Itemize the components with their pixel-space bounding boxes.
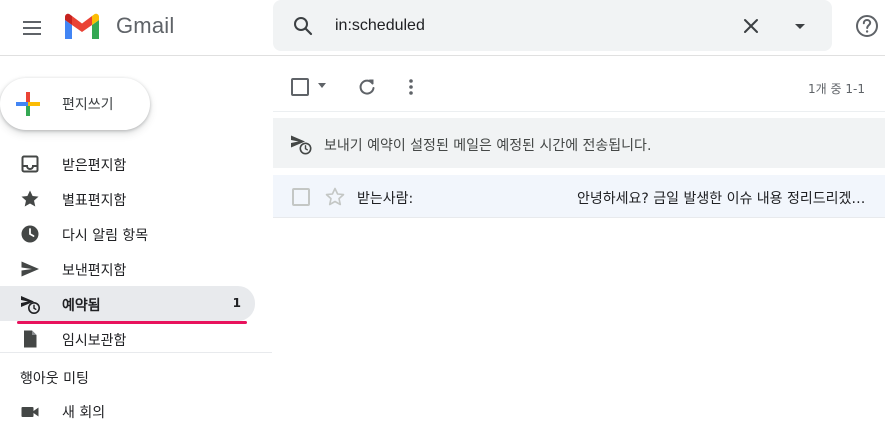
search-input[interactable]	[335, 14, 715, 38]
sidebar-item-sent[interactable]: 보낸편지함	[0, 251, 255, 286]
close-icon[interactable]	[739, 14, 763, 38]
top-header: Gmail	[0, 0, 885, 56]
sidebar-item-label: 예약됨	[62, 298, 101, 314]
sidebar-item-drafts[interactable]: 임시보관함	[0, 321, 255, 356]
select-all-checkbox[interactable]	[291, 78, 309, 96]
sidebar-item-label: 받은편지함	[62, 158, 127, 174]
video-camera-icon	[21, 407, 39, 417]
email-checkbox[interactable]	[292, 188, 310, 206]
sidebar-item-starred[interactable]: 별표편지함	[0, 181, 255, 216]
star-icon	[21, 190, 39, 207]
sidebar-nav: 받은편지함 별표편지함 다시 알림 항목 보낸편지함 예약됨 1 임시보관함	[0, 146, 260, 356]
send-icon	[21, 261, 39, 277]
sidebar-item-label: 다시 알림 항목	[62, 228, 149, 244]
new-meeting-button[interactable]: 새 회의	[0, 398, 260, 424]
refresh-icon[interactable]	[356, 76, 378, 98]
search-bar[interactable]	[273, 0, 832, 51]
sidebar-item-inbox[interactable]: 받은편지함	[0, 146, 255, 181]
gmail-m-logo-icon	[65, 13, 99, 39]
sidebar-divider	[0, 352, 272, 353]
mail-toolbar: 1개 중 1-1	[273, 64, 885, 112]
pagination-text: 1개 중 1-1	[808, 82, 865, 96]
scheduled-info-banner: 보내기 예약이 설정된 메일은 예정된 시간에 전송됩니다.	[273, 118, 885, 168]
sidebar-item-label: 임시보관함	[62, 333, 127, 349]
inbox-icon	[21, 155, 39, 173]
meet-section-title: 행아웃 미팅	[20, 371, 89, 387]
app-name: Gmail	[116, 13, 175, 38]
sidebar-item-snoozed[interactable]: 다시 알림 항목	[0, 216, 255, 251]
sidebar-item-label: 보낸편지함	[62, 263, 127, 279]
hamburger-menu-icon[interactable]	[14, 10, 50, 46]
gmail-logo[interactable]: Gmail	[62, 10, 174, 42]
select-dropdown-icon[interactable]	[318, 83, 326, 88]
snooze-clock-icon	[21, 225, 39, 243]
search-icon[interactable]	[291, 14, 315, 38]
email-recipient: 받는사람:	[357, 191, 414, 207]
active-item-highlight	[17, 321, 247, 324]
scheduled-send-icon	[21, 296, 40, 314]
email-row[interactable]: 받는사람: 안녕하세요? 금일 발생한 이슈 내용 정리드리겠습니다.	[273, 175, 885, 218]
star-outline-icon[interactable]	[324, 186, 346, 208]
scheduled-send-icon	[291, 135, 312, 155]
help-icon[interactable]	[854, 13, 880, 39]
unread-count-badge: 1	[232, 296, 241, 310]
plus-icon	[16, 92, 40, 116]
compose-label: 편지쓰기	[62, 97, 114, 113]
sidebar-item-label: 별표편지함	[62, 193, 127, 209]
more-vert-icon[interactable]	[400, 76, 422, 98]
banner-text: 보내기 예약이 설정된 메일은 예정된 시간에 전송됩니다.	[324, 138, 652, 154]
new-meeting-label: 새 회의	[62, 405, 106, 421]
dropdown-arrow-icon[interactable]	[788, 14, 812, 38]
sidebar-item-scheduled[interactable]: 예약됨 1	[0, 286, 255, 321]
draft-icon	[24, 330, 37, 348]
email-subject: 안녕하세요? 금일 발생한 이슈 내용 정리드리겠습니다.	[577, 191, 873, 207]
compose-button[interactable]: 편지쓰기	[0, 78, 150, 130]
